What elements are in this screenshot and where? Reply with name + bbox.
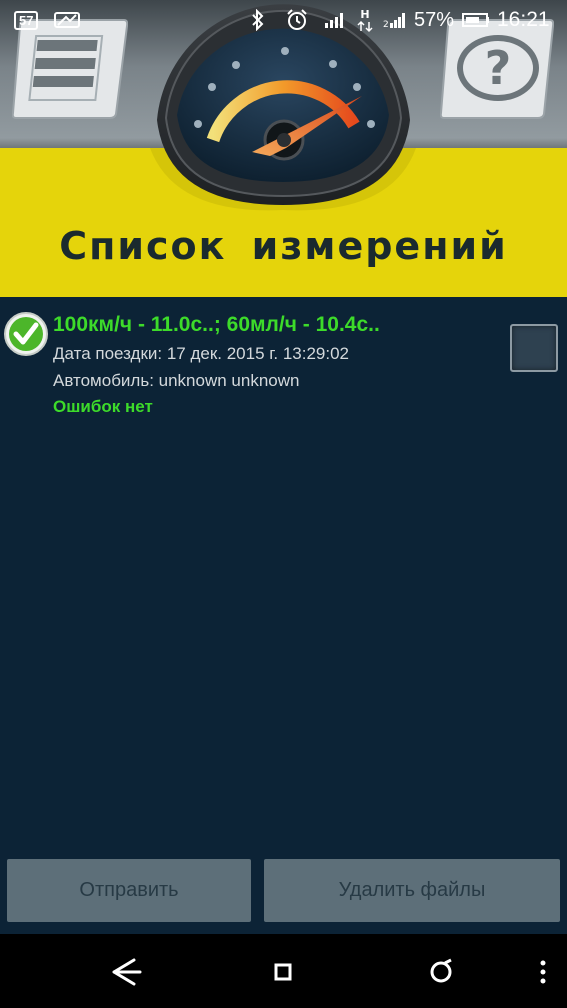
alarm-icon bbox=[285, 0, 309, 40]
svg-text:?: ? bbox=[485, 41, 512, 95]
svg-text:H: H bbox=[360, 8, 369, 21]
clock: 16:21 bbox=[497, 8, 550, 31]
more-icon[interactable] bbox=[534, 954, 567, 990]
battery-icon bbox=[462, 0, 490, 40]
list-item-date: Дата поездки: 17 дек. 2015 г. 13:29:02 bbox=[53, 344, 350, 363]
list-item-title: 100км/ч - 11.0с..; 60мл/ч - 10.4с.. bbox=[53, 313, 380, 336]
page-title: Список измерений bbox=[59, 224, 508, 268]
back-icon[interactable] bbox=[108, 954, 144, 990]
list-item-car: Автомобиль: unknown unknown bbox=[53, 371, 300, 390]
battery-percent: 57% bbox=[414, 8, 455, 31]
send-button[interactable]: Отправить bbox=[7, 859, 251, 922]
delete-files-button[interactable]: Удалить файлы bbox=[264, 859, 560, 922]
svg-text:2: 2 bbox=[383, 20, 389, 29]
recents-icon[interactable] bbox=[423, 954, 459, 990]
check-circle-icon bbox=[4, 312, 48, 356]
signal-icon bbox=[323, 0, 347, 40]
notification-icon: 57 bbox=[14, 0, 39, 40]
signal-icon: 2 bbox=[383, 0, 409, 40]
navigation-bar bbox=[0, 934, 567, 1008]
list-item[interactable]: 100км/ч - 11.0с..; 60мл/ч - 10.4с.. Дата… bbox=[0, 297, 567, 427]
bluetooth-icon bbox=[250, 0, 266, 40]
home-icon[interactable] bbox=[265, 954, 301, 990]
image-icon bbox=[54, 0, 80, 40]
list-item-status: Ошибок нет bbox=[53, 397, 153, 416]
status-bar: 57 H 2 57% 16:21 bbox=[0, 0, 567, 40]
measurement-list: 100км/ч - 11.0с..; 60мл/ч - 10.4с.. Дата… bbox=[0, 297, 567, 857]
list-item-checkbox[interactable] bbox=[510, 324, 558, 372]
h-data-icon: H bbox=[356, 0, 374, 40]
